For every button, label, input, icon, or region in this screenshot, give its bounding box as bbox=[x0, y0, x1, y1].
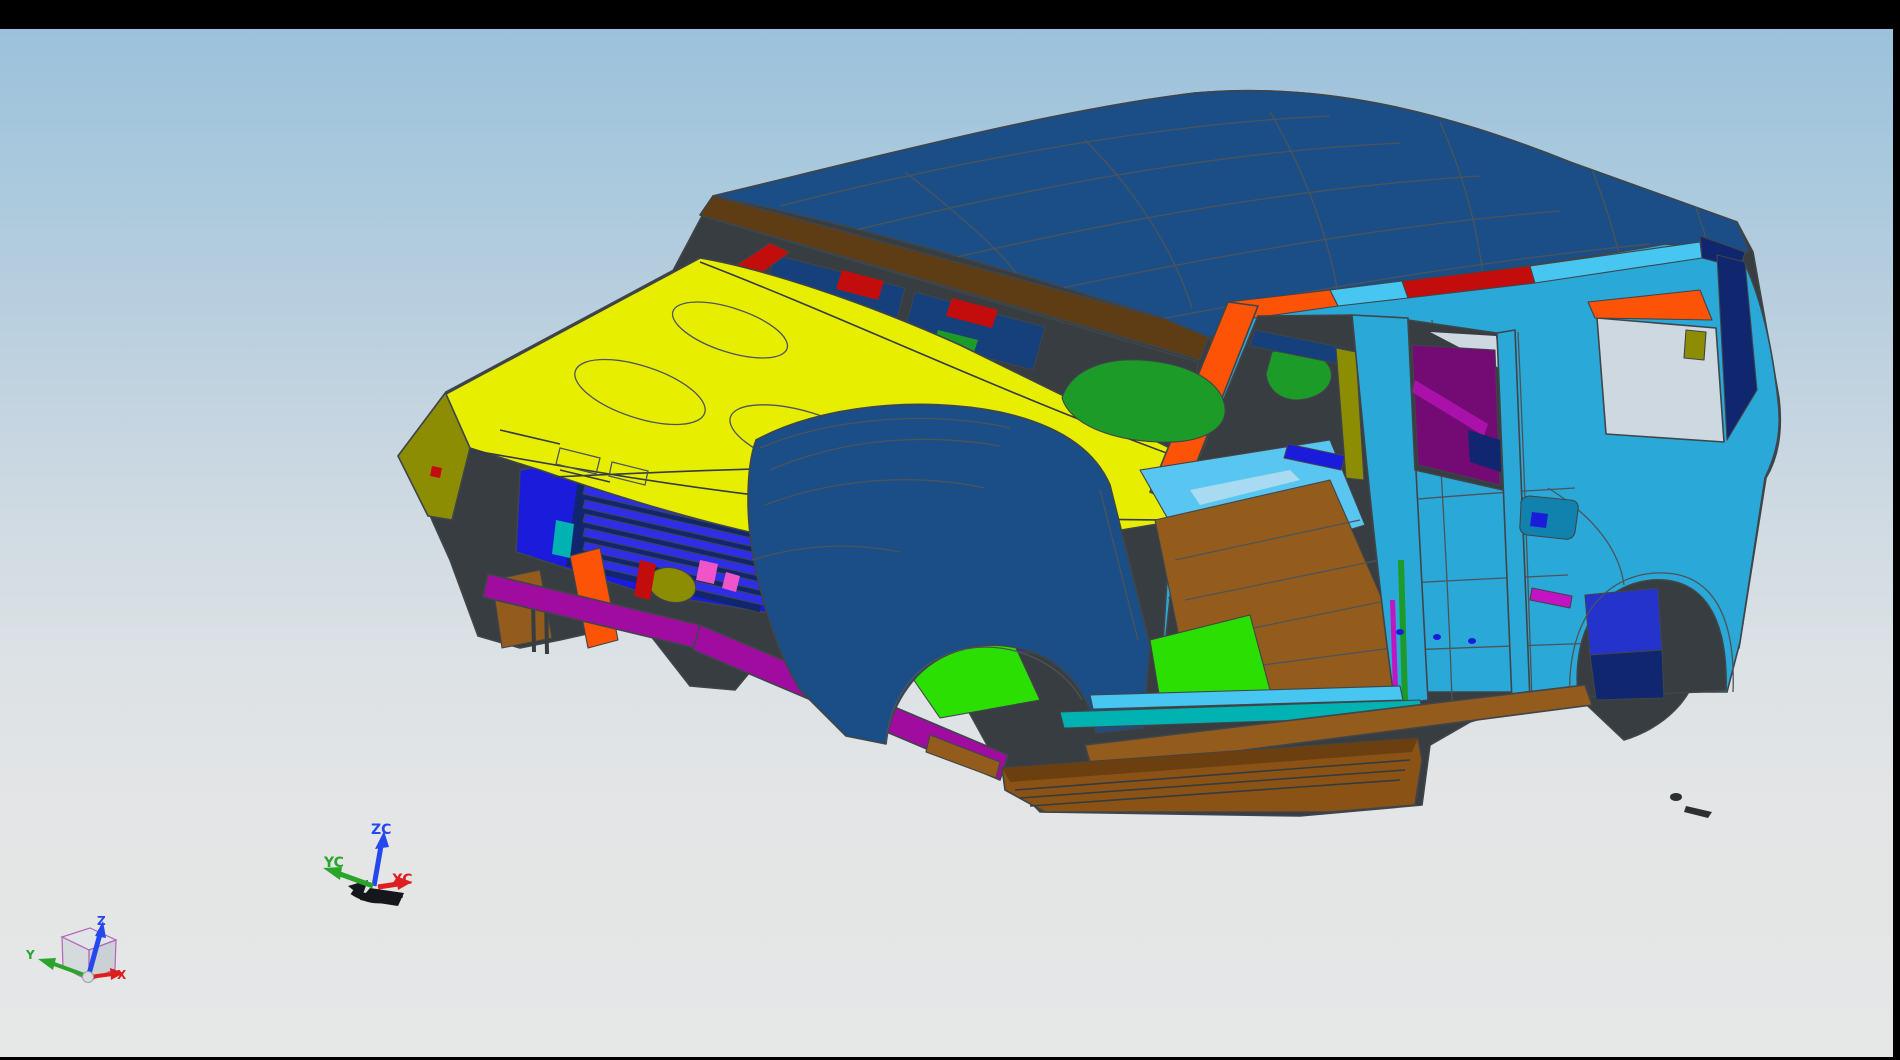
wcs-yc-label: YC bbox=[323, 855, 344, 871]
part-debris-small[interactable] bbox=[1670, 793, 1682, 801]
plug-dot bbox=[1468, 638, 1476, 644]
wcs-triad[interactable]: ZC YC XC bbox=[323, 822, 413, 906]
view-y-arrowhead[interactable] bbox=[38, 958, 56, 970]
window-top-bar bbox=[0, 0, 1900, 29]
part-handle-blue-bit[interactable] bbox=[1530, 512, 1548, 528]
part-arch-box-navy[interactable] bbox=[1590, 650, 1664, 700]
plug-dot bbox=[1433, 634, 1441, 640]
car-model bbox=[398, 91, 1780, 818]
wcs-zc-axis[interactable] bbox=[374, 846, 381, 886]
view-x-label: X bbox=[117, 968, 127, 982]
part-cowl-side-red-dot bbox=[430, 466, 442, 478]
wcs-zc-label: ZC bbox=[371, 822, 391, 838]
part-debris-bar[interactable] bbox=[1684, 806, 1712, 818]
view-origin-sphere[interactable] bbox=[83, 972, 94, 983]
cad-application-window: ZC YC XC Z Y X bbox=[0, 0, 1900, 1060]
view-z-label: Z bbox=[97, 914, 106, 928]
part-quarter-plate-olive[interactable] bbox=[1684, 330, 1706, 360]
wcs-xc-label: XC bbox=[392, 872, 413, 888]
scene-svg: ZC YC XC Z Y X bbox=[0, 29, 1893, 1057]
plug-dot bbox=[1396, 629, 1404, 635]
part-arch-box-blue[interactable] bbox=[1585, 588, 1662, 655]
window-right-bar bbox=[1893, 0, 1900, 1060]
graphics-viewport[interactable]: ZC YC XC Z Y X bbox=[0, 29, 1893, 1057]
view-y-label: Y bbox=[25, 948, 35, 962]
view-orientation-triad[interactable]: Z Y X bbox=[25, 914, 127, 983]
part-door-handle-recess[interactable] bbox=[1520, 496, 1578, 539]
